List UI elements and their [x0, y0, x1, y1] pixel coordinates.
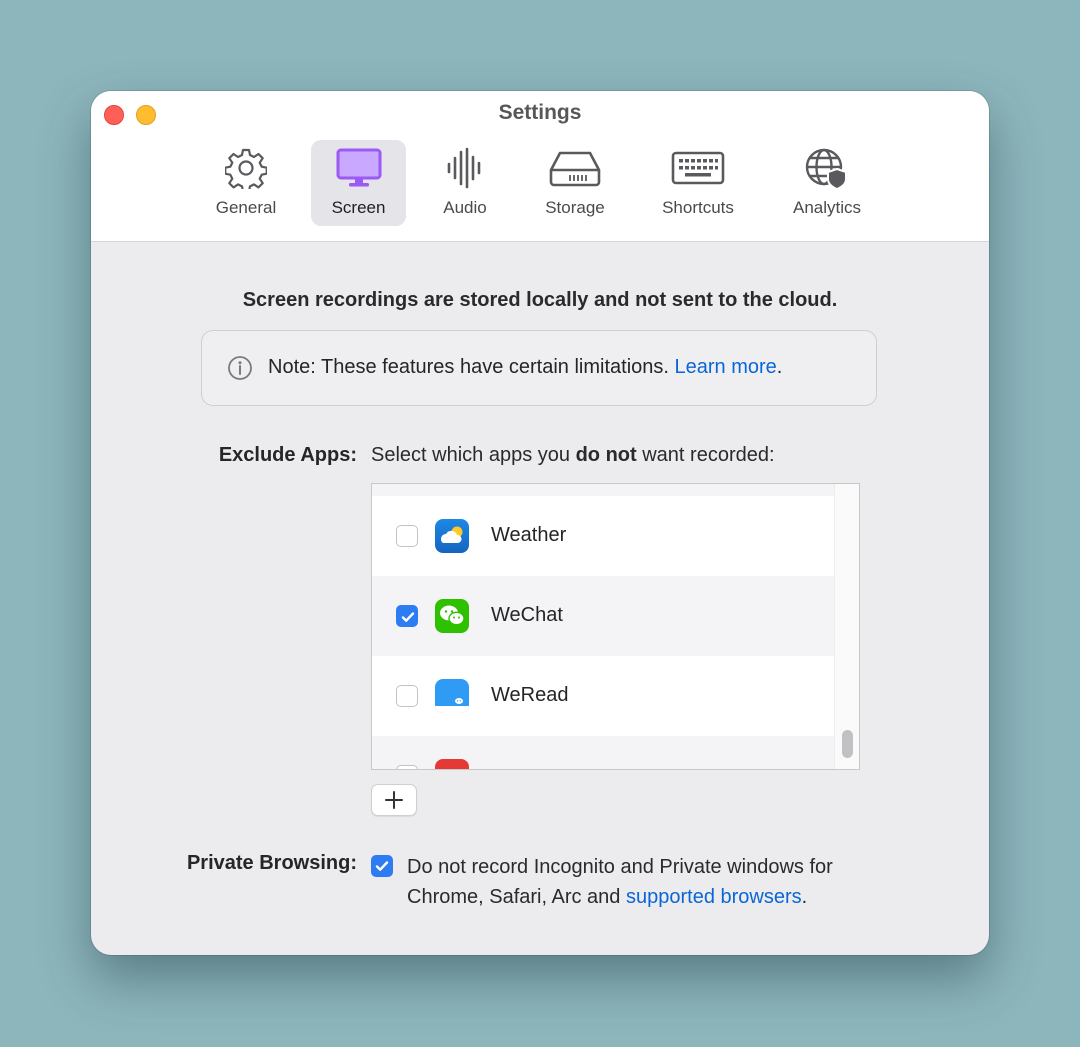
tab-audio-label: Audio	[443, 198, 487, 217]
list-item[interactable]	[372, 736, 835, 769]
waveform-icon	[421, 146, 509, 190]
privacy-headline: Screen recordings are stored locally and…	[242, 289, 838, 311]
add-app-button[interactable]	[371, 784, 417, 816]
tab-analytics[interactable]: Analytics	[775, 140, 879, 226]
list-item-weread[interactable]: WeRead	[372, 656, 835, 736]
supported-browsers-link[interactable]: supported browsers	[626, 886, 802, 908]
screen-settings-pane: Screen recordings are stored locally and…	[91, 242, 989, 955]
info-icon	[227, 355, 253, 386]
tab-analytics-label: Analytics	[792, 198, 862, 217]
app-name-weather: Weather	[491, 524, 567, 546]
tab-screen[interactable]: Screen	[311, 140, 406, 226]
private-browsing-checkbox[interactable]	[371, 855, 393, 877]
prompt-bold: do not	[575, 444, 637, 466]
window-title: Settings	[498, 101, 582, 124]
pb-line-1: Do not record Incognito and Private wind…	[407, 856, 833, 878]
excluded-apps-list[interactable]: Weather WeChat WeRead	[371, 483, 860, 770]
keyboard-icon	[646, 146, 750, 190]
pb-line-2-text: Chrome, Safari, Arc and	[407, 886, 621, 908]
tab-screen-label: Screen	[331, 198, 386, 217]
exclude-apps-label: Exclude Apps:	[218, 444, 357, 466]
exclude-apps-prompt: Select which apps you do not want record…	[371, 444, 775, 467]
pb-suffix: .	[801, 886, 808, 908]
drive-icon	[525, 146, 625, 190]
tab-storage-label: Storage	[545, 198, 605, 217]
tab-shortcuts-label: Shortcuts	[662, 198, 734, 217]
wechat-app-icon	[435, 599, 469, 633]
app-name-wechat: WeChat	[491, 604, 563, 626]
monitor-icon	[311, 146, 406, 190]
app-icon	[435, 759, 469, 769]
weread-checkbox[interactable]	[396, 685, 418, 707]
tab-general-label: General	[215, 198, 277, 217]
toolbar: Settings General Screen Audio Storage Sh…	[91, 91, 989, 242]
limitations-note: Note: These features have certain limita…	[201, 330, 877, 406]
pb-line-2: Chrome, Safari, Arc and supported browse…	[407, 882, 927, 912]
weather-app-icon	[435, 519, 469, 553]
private-browsing-label: Private Browsing:	[186, 852, 357, 874]
list-scrollbar-track[interactable]	[834, 484, 859, 769]
tab-general[interactable]: General	[196, 140, 296, 226]
app-name-weread: WeRead	[491, 684, 569, 706]
list-scrollbar-thumb[interactable]	[842, 730, 853, 758]
tab-storage[interactable]: Storage	[525, 140, 625, 226]
tab-audio[interactable]: Audio	[421, 140, 509, 226]
weread-app-icon	[435, 679, 469, 713]
list-item-wechat[interactable]: WeChat	[372, 576, 835, 656]
prompt-after: want recorded:	[642, 444, 775, 466]
prompt-before: Select which apps you	[371, 444, 571, 466]
globe-shield-icon	[775, 146, 879, 190]
wechat-checkbox[interactable]	[396, 605, 418, 627]
private-browsing-description: Do not record Incognito and Private wind…	[407, 852, 927, 912]
list-item-weather[interactable]: Weather	[372, 496, 835, 576]
settings-window: Settings General Screen Audio Storage Sh…	[91, 91, 989, 955]
note-text-line: Note: These features have certain limita…	[268, 356, 782, 379]
note-text: Note: These features have certain limita…	[268, 356, 669, 378]
tab-shortcuts[interactable]: Shortcuts	[646, 140, 750, 226]
learn-more-link[interactable]: Learn more	[675, 356, 777, 378]
weather-checkbox[interactable]	[396, 525, 418, 547]
list-item	[372, 484, 835, 496]
gear-icon	[196, 146, 296, 190]
next-app-checkbox[interactable]	[396, 765, 418, 769]
note-suffix: .	[776, 356, 783, 378]
